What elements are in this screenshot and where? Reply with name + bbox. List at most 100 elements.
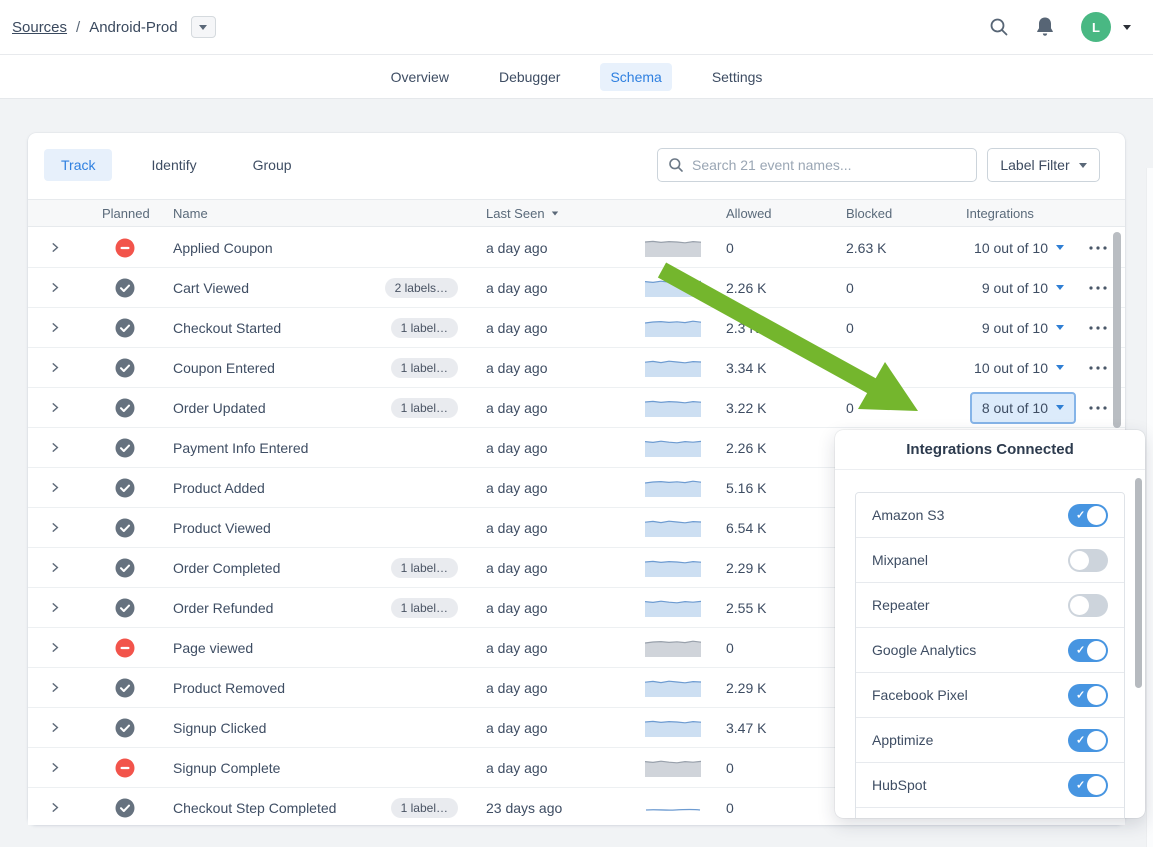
table-row: Checkout Started 1 label… a day ago 2.3 …: [28, 308, 1125, 348]
row-expand-chevron-icon[interactable]: [50, 602, 60, 613]
allowed-count: 0: [708, 760, 828, 776]
event-name: Order Completed: [173, 560, 280, 576]
toggle-check-icon: ✓: [1076, 689, 1085, 702]
last-seen-value: 23 days ago: [458, 800, 616, 816]
planned-status-icon: [115, 638, 135, 658]
row-expand-chevron-icon[interactable]: [50, 562, 60, 573]
integration-list-item: HubSpot ✓: [856, 763, 1124, 808]
toggle-knob: [1087, 686, 1106, 705]
planned-status-icon: [115, 358, 135, 378]
last-seen-value: a day ago: [458, 360, 616, 376]
table-scrollbar[interactable]: [1113, 232, 1121, 428]
nav-tab-schema[interactable]: Schema: [600, 63, 671, 91]
last-seen-value: a day ago: [458, 240, 616, 256]
type-tab-group[interactable]: Group: [236, 149, 309, 181]
integration-toggle[interactable]: ✓: [1068, 729, 1108, 752]
row-expand-chevron-icon[interactable]: [50, 642, 60, 653]
labels-badge[interactable]: 2 labels…: [385, 278, 458, 298]
event-name: Checkout Step Completed: [173, 800, 336, 816]
planned-status-icon: [115, 438, 135, 458]
integration-toggle[interactable]: ✓: [1068, 549, 1108, 572]
row-expand-chevron-icon[interactable]: [50, 362, 60, 373]
row-menu-button[interactable]: [1089, 366, 1107, 370]
row-expand-chevron-icon[interactable]: [50, 322, 60, 333]
row-expand-chevron-icon[interactable]: [50, 522, 60, 533]
row-expand-chevron-icon[interactable]: [50, 762, 60, 773]
last-seen-value: a day ago: [458, 560, 616, 576]
row-expand-chevron-icon[interactable]: [50, 722, 60, 733]
last-seen-value: a day ago: [458, 760, 616, 776]
planned-status-icon: [115, 518, 135, 538]
integrations-dropdown[interactable]: 10 out of 10: [962, 352, 1076, 384]
label-filter-button[interactable]: Label Filter: [987, 148, 1100, 182]
row-menu-button[interactable]: [1089, 406, 1107, 410]
breadcrumb-sources-link[interactable]: Sources: [12, 19, 67, 36]
planned-status-icon: [115, 798, 135, 818]
allowed-count: 5.16 K: [708, 480, 828, 496]
row-expand-chevron-icon[interactable]: [50, 482, 60, 493]
source-switcher-button[interactable]: [191, 16, 216, 38]
integration-toggle[interactable]: ✓: [1068, 684, 1108, 707]
labels-badge[interactable]: 1 label…: [391, 798, 458, 818]
nav-tab-overview[interactable]: Overview: [381, 63, 459, 91]
type-tab-track[interactable]: Track: [44, 149, 112, 181]
allowed-count: 2.3 K: [708, 320, 828, 336]
breadcrumb-separator: /: [76, 19, 80, 36]
account-menu-caret-icon[interactable]: [1123, 25, 1131, 30]
row-menu-button[interactable]: [1089, 326, 1107, 330]
integration-list-item: Repeater ✓: [856, 583, 1124, 628]
labels-badge[interactable]: 1 label…: [391, 558, 458, 578]
nav-tab-debugger[interactable]: Debugger: [489, 63, 571, 91]
search-icon[interactable]: [989, 17, 1009, 37]
event-name: Cart Viewed: [173, 280, 249, 296]
row-expand-chevron-icon[interactable]: [50, 682, 60, 693]
avatar[interactable]: L: [1081, 12, 1111, 42]
row-expand-chevron-icon[interactable]: [50, 802, 60, 813]
integrations-dropdown[interactable]: 8 out of 10: [970, 392, 1076, 424]
integrations-popover: Integrations Connected Amazon S3 ✓ Mixpa…: [835, 430, 1145, 818]
toolbar-right: Label Filter: [657, 148, 1100, 182]
page-scrollbar[interactable]: [1146, 168, 1153, 847]
integration-toggle[interactable]: ✓: [1068, 774, 1108, 797]
notifications-bell-icon[interactable]: [1035, 16, 1055, 38]
event-name: Order Refunded: [173, 600, 273, 616]
integrations-dropdown[interactable]: 9 out of 10: [970, 312, 1076, 344]
row-expand-chevron-icon[interactable]: [50, 242, 60, 253]
row-expand-chevron-icon[interactable]: [50, 442, 60, 453]
integration-toggle[interactable]: ✓: [1068, 639, 1108, 662]
integration-name: HubSpot: [872, 777, 926, 793]
topbar-actions: L: [989, 12, 1131, 42]
row-menu-button[interactable]: [1089, 286, 1107, 290]
integrations-dropdown[interactable]: 10 out of 10: [962, 232, 1076, 264]
integrations-dropdown[interactable]: 9 out of 10: [970, 272, 1076, 304]
integration-name: Google Analytics: [872, 642, 976, 658]
row-expand-chevron-icon[interactable]: [50, 282, 60, 293]
blocked-count: 0: [828, 280, 948, 296]
event-sparkline: [645, 678, 701, 698]
row-menu-button[interactable]: [1089, 246, 1107, 250]
labels-badge[interactable]: 1 label…: [391, 598, 458, 618]
col-last-seen[interactable]: Last Seen: [458, 206, 616, 221]
type-tab-identify[interactable]: Identify: [134, 149, 213, 181]
labels-badge[interactable]: 1 label…: [391, 358, 458, 378]
event-name: Checkout Started: [173, 320, 281, 336]
integration-toggle[interactable]: ✓: [1068, 594, 1108, 617]
event-sparkline: [645, 718, 701, 738]
event-name: Page viewed: [173, 640, 253, 656]
planned-status-icon: [115, 558, 135, 578]
last-seen-value: a day ago: [458, 280, 616, 296]
planned-status-icon: [115, 398, 135, 418]
row-expand-chevron-icon[interactable]: [50, 402, 60, 413]
integration-toggle[interactable]: ✓: [1068, 504, 1108, 527]
nav-tab-settings[interactable]: Settings: [702, 63, 773, 91]
labels-badge[interactable]: 1 label…: [391, 398, 458, 418]
event-sparkline: [645, 758, 701, 778]
blocked-count: 2.63 K: [828, 240, 948, 256]
toggle-check-icon: ✓: [1076, 509, 1085, 522]
event-search-input[interactable]: [657, 148, 977, 182]
integrations-count: 9 out of 10: [982, 320, 1048, 336]
labels-badge[interactable]: 1 label…: [391, 318, 458, 338]
col-integrations: Integrations: [948, 206, 1083, 221]
integrations-count: 9 out of 10: [982, 280, 1048, 296]
popover-scrollbar[interactable]: [1135, 478, 1142, 688]
